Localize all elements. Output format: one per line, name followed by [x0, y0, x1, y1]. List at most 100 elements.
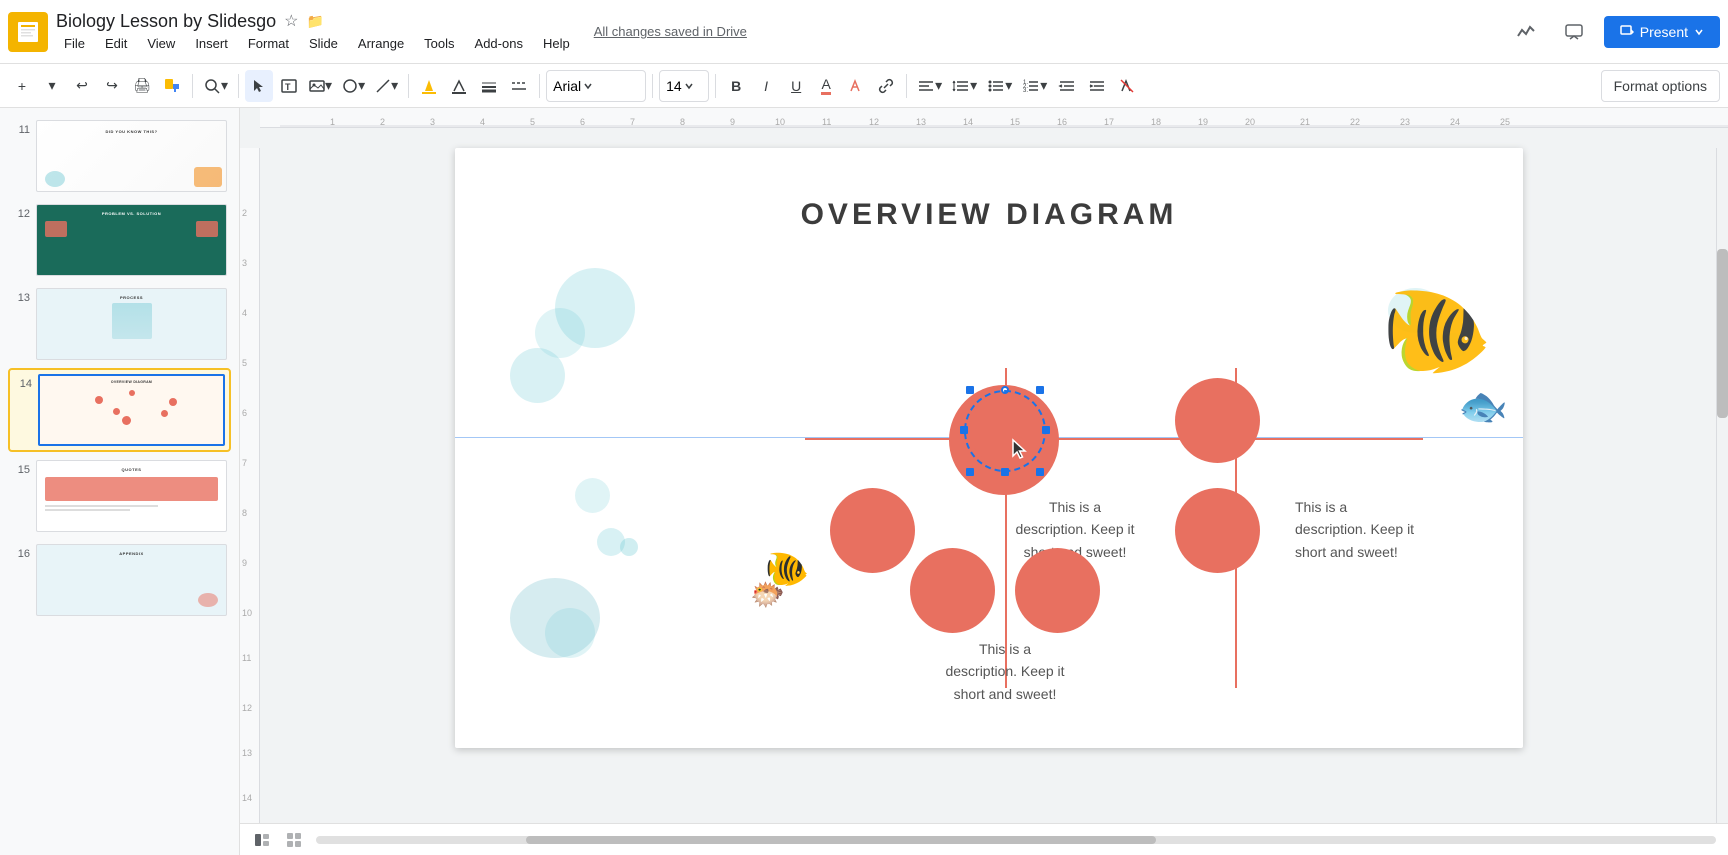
slide-thumb-16[interactable]: 16 APPENDIX: [8, 540, 231, 620]
slide-thumbnail-13: PROCESS: [36, 288, 227, 360]
bold-button[interactable]: B: [722, 70, 750, 102]
indent-decrease-button[interactable]: [1053, 70, 1081, 102]
top-right-area: Present: [1508, 14, 1720, 50]
menu-slide[interactable]: Slide: [301, 34, 346, 53]
menu-bar: File Edit View Insert Format Slide Arran…: [56, 34, 578, 53]
divider2: [238, 74, 239, 98]
horizontal-scrollbar[interactable]: [316, 836, 1716, 844]
svg-text:T: T: [285, 82, 291, 92]
bubble-7: [545, 608, 595, 658]
divider4: [539, 74, 540, 98]
menu-view[interactable]: View: [139, 34, 183, 53]
folder-icon[interactable]: 📁: [306, 13, 323, 30]
insert-link-button[interactable]: [872, 70, 900, 102]
divider5: [652, 74, 653, 98]
title-area: Biology Lesson by Slidesgo ☆ 📁 File Edit…: [56, 11, 578, 53]
border-color-button[interactable]: [445, 70, 473, 102]
circle-bottom-center[interactable]: [910, 548, 995, 633]
redo-button[interactable]: ↪: [98, 70, 126, 102]
vertical-scrollbar-thumb[interactable]: [1717, 249, 1728, 418]
add-button[interactable]: +: [8, 70, 36, 102]
bottom-bar: [240, 823, 1728, 855]
slide-num-15: 15: [12, 464, 30, 476]
circle-bottom-right[interactable]: [1015, 548, 1100, 633]
slide-num-14: 14: [14, 378, 32, 390]
circle-right-bottom[interactable]: [1175, 488, 1260, 573]
shapes-tool[interactable]: ▾: [338, 70, 369, 102]
cursor-tool[interactable]: [245, 70, 273, 102]
divider6: [715, 74, 716, 98]
slide-num-12: 12: [12, 208, 30, 220]
slide-thumbnail-11: DID YOU KNOW THIS?: [36, 120, 227, 192]
border-dash-button[interactable]: [505, 70, 533, 102]
vertical-scrollbar[interactable]: [1716, 148, 1728, 823]
comments-icon[interactable]: [1556, 14, 1592, 50]
text-color-button[interactable]: A: [812, 70, 840, 102]
print-button[interactable]: 🖨: [128, 70, 156, 102]
paint-format-button[interactable]: [158, 70, 186, 102]
desc-right: This is adescription. Keep itshort and s…: [1295, 496, 1455, 563]
numbered-list-button[interactable]: 1.2.3. ▾: [1018, 70, 1051, 102]
main-area: 11 DID YOU KNOW THIS? 12 PROBLEM VS. SOL…: [0, 108, 1728, 855]
menu-help[interactable]: Help: [535, 34, 578, 53]
italic-button[interactable]: I: [752, 70, 780, 102]
grid-view-button[interactable]: [280, 826, 308, 854]
fish-tropical: 🐠: [1381, 278, 1493, 383]
menu-tools[interactable]: Tools: [416, 34, 462, 53]
slide-thumb-15[interactable]: 15 QUOTES: [8, 456, 231, 536]
clear-format-button[interactable]: [1113, 70, 1141, 102]
slide-thumbnail-15: QUOTES: [36, 460, 227, 532]
fill-color-button[interactable]: [415, 70, 443, 102]
slide-num-13: 13: [12, 292, 30, 304]
undo-button[interactable]: ↩: [68, 70, 96, 102]
divider1: [192, 74, 193, 98]
divider3: [408, 74, 409, 98]
divider7: [906, 74, 907, 98]
indent-increase-button[interactable]: [1083, 70, 1111, 102]
font-name-dropdown[interactable]: Arial: [546, 70, 646, 102]
text-tool[interactable]: T: [275, 70, 303, 102]
app-icon: [8, 12, 48, 52]
slide-thumb-11[interactable]: 11 DID YOU KNOW THIS?: [8, 116, 231, 196]
menu-addons[interactable]: Add-ons: [467, 34, 531, 53]
bubble-4: [575, 478, 610, 513]
format-options-button[interactable]: Format options: [1601, 70, 1720, 102]
activity-icon[interactable]: [1508, 14, 1544, 50]
add-dropdown[interactable]: ▾: [38, 70, 66, 102]
present-button[interactable]: Present: [1604, 16, 1720, 48]
bullet-list-button[interactable]: ▾: [983, 70, 1016, 102]
highlight-button[interactable]: [842, 70, 870, 102]
slide-thumb-14[interactable]: 14 OVERVIEW DIAGRAM: [8, 368, 231, 452]
slide-thumb-13[interactable]: 13 PROCESS: [8, 284, 231, 364]
horizontal-scrollbar-thumb[interactable]: [526, 836, 1156, 844]
doc-title[interactable]: Biology Lesson by Slidesgo: [56, 11, 276, 32]
horizontal-ruler: /* ruler marks generated dynamically bel…: [260, 108, 1728, 128]
slide-thumb-12[interactable]: 12 PROBLEM VS. SOLUTION: [8, 200, 231, 280]
slide-list-view-button[interactable]: [248, 826, 276, 854]
menu-format[interactable]: Format: [240, 34, 297, 53]
line-tool[interactable]: ▾: [371, 70, 402, 102]
slide-thumbnail-12: PROBLEM VS. SOLUTION: [36, 204, 227, 276]
font-size-dropdown[interactable]: 14: [659, 70, 709, 102]
slide-thumbnail-16: APPENDIX: [36, 544, 227, 616]
menu-arrange[interactable]: Arrange: [350, 34, 412, 53]
image-tool[interactable]: ▾: [305, 70, 336, 102]
zoom-button[interactable]: ▾: [199, 70, 232, 102]
slide-canvas-area[interactable]: OVERVIEW DIAGRAM: [260, 128, 1728, 855]
align-button[interactable]: ▾: [913, 70, 946, 102]
slide-canvas[interactable]: OVERVIEW DIAGRAM: [455, 148, 1523, 748]
underline-button[interactable]: U: [782, 70, 810, 102]
menu-file[interactable]: File: [56, 34, 93, 53]
vertical-ruler: 2 3 4 5 6 7 8 9 10 11 12 13 14: [240, 148, 260, 855]
line-spacing-button[interactable]: ▾: [948, 70, 981, 102]
cursor-indicator: [1011, 438, 1031, 458]
slide-num-16: 16: [12, 548, 30, 560]
menu-edit[interactable]: Edit: [97, 34, 135, 53]
fish-clown-2: 🐡: [750, 578, 785, 611]
circle-bottom-left[interactable]: [830, 488, 915, 573]
star-icon[interactable]: ☆: [284, 11, 298, 31]
toolbar: + ▾ ↩ ↪ 🖨 ▾ T ▾ ▾ ▾ Arial: [0, 64, 1728, 108]
circle-right-top[interactable]: [1175, 378, 1260, 463]
menu-insert[interactable]: Insert: [187, 34, 236, 53]
border-weight-button[interactable]: [475, 70, 503, 102]
